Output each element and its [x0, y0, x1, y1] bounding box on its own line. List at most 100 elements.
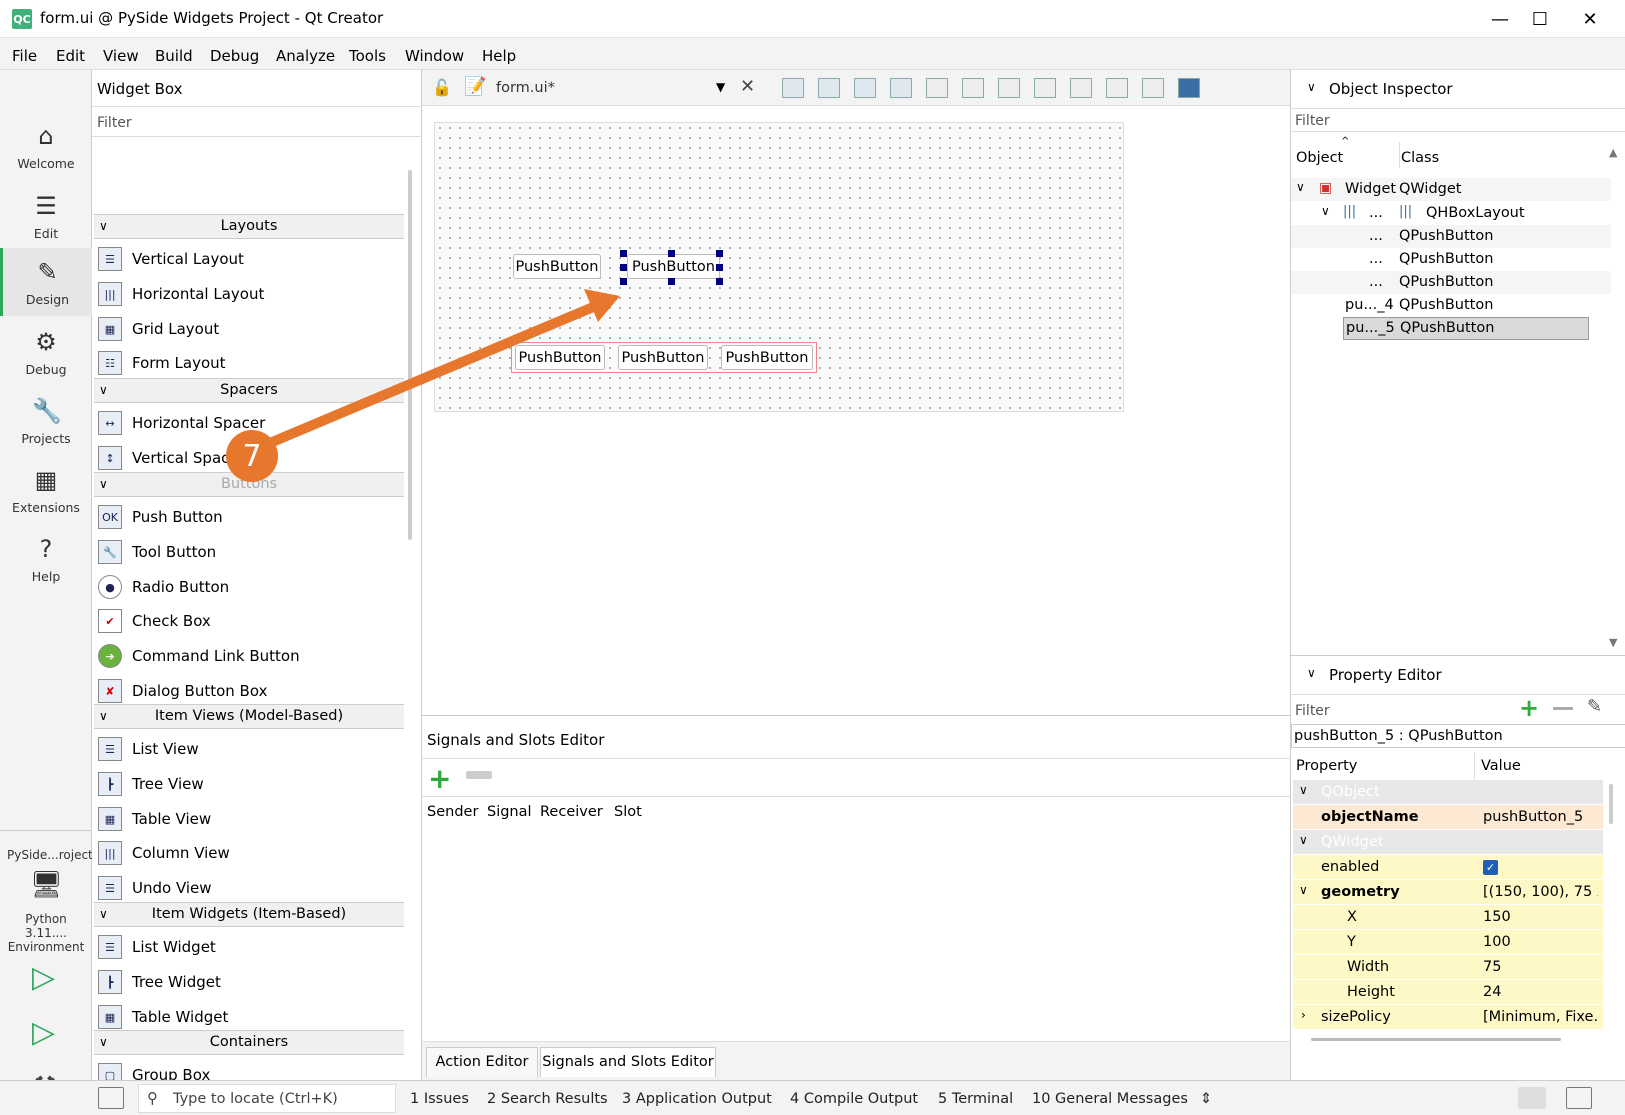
layout-grid-icon[interactable] — [1106, 78, 1128, 98]
tree-row-button[interactable]: ... QPushButton — [1291, 248, 1611, 271]
adjust-size-icon[interactable] — [1178, 78, 1200, 98]
selection-handle[interactable] — [620, 278, 627, 285]
column-signal[interactable]: Signal — [487, 804, 532, 820]
selection-handle[interactable] — [620, 250, 627, 257]
object-filter-input[interactable]: Filter — [1291, 108, 1625, 132]
widget-vertical-spacer[interactable]: ↕ Vertical Spacer — [98, 441, 245, 475]
tab-action-editor[interactable]: Action Editor — [426, 1047, 538, 1077]
form-canvas[interactable]: PushButton PushButton PushButton PushBut… — [434, 122, 1124, 412]
chevron-down-icon[interactable]: ∨ — [1307, 666, 1316, 680]
locator-input[interactable]: ⚲ Type to locate (Ctrl+K) — [138, 1084, 396, 1113]
menu-tools[interactable]: Tools — [349, 47, 386, 65]
property-sizepolicy[interactable]: › sizePolicy [Minimum, Fixe... — [1293, 1005, 1603, 1030]
pane-compile-output[interactable]: 4 Compile Output — [790, 1091, 918, 1107]
widget-check-box[interactable]: ✔ Check Box — [98, 604, 211, 638]
toggle-right-sidebar-icon[interactable] — [1566, 1087, 1592, 1109]
widget-grid-layout[interactable]: ▦ Grid Layout — [98, 312, 219, 346]
menu-view[interactable]: View — [103, 47, 139, 65]
kit-selector-icon[interactable]: 🖥 — [30, 870, 63, 900]
property-enabled[interactable]: enabled ✓ — [1293, 855, 1603, 880]
column-sender[interactable]: Sender — [427, 804, 478, 820]
edit-tab-order-icon[interactable] — [890, 78, 912, 98]
tree-row-button-selected[interactable]: pu..._5 QPushButton — [1343, 317, 1589, 340]
property-x[interactable]: X 150 — [1293, 905, 1603, 930]
column-class[interactable]: Class — [1401, 150, 1439, 166]
selection-handle[interactable] — [716, 250, 723, 257]
column-property[interactable]: Property — [1296, 758, 1357, 774]
mode-help[interactable]: ? Help — [0, 525, 92, 593]
selection-handle[interactable] — [716, 264, 723, 271]
widget-table-widget[interactable]: ▦ Table Widget — [98, 1000, 228, 1034]
file-dropdown-icon[interactable]: ▼ — [716, 80, 725, 94]
mode-welcome[interactable]: ⌂ Welcome — [0, 112, 92, 180]
more-panes-icon[interactable]: ⇕ — [1200, 1091, 1212, 1107]
mode-debug[interactable]: ⚙ Debug — [0, 318, 92, 386]
group-qwidget[interactable]: ∨ QWidget — [1293, 830, 1603, 855]
property-filter-input[interactable]: Filter — [1291, 694, 1625, 724]
mode-projects[interactable]: 🔧 Projects — [0, 387, 92, 455]
edit-buddies-icon[interactable] — [854, 78, 876, 98]
menu-window[interactable]: Window — [405, 47, 464, 65]
property-width[interactable]: Width 75 — [1293, 955, 1603, 980]
layout-form-icon[interactable] — [1070, 78, 1092, 98]
form-push-button[interactable]: PushButton — [513, 254, 601, 279]
tree-row-button[interactable]: ... QPushButton — [1291, 271, 1611, 294]
configure-icon[interactable]: ✎ — [1587, 696, 1602, 717]
category-item-widgets[interactable]: ∨ Item Widgets (Item-Based) — [94, 902, 404, 927]
widget-filter-input[interactable]: Filter — [92, 107, 422, 137]
menu-edit[interactable]: Edit — [56, 47, 85, 65]
pane-application-output[interactable]: 3 Application Output — [622, 1091, 772, 1107]
edit-widgets-icon[interactable] — [782, 78, 804, 98]
category-item-views[interactable]: ∨ Item Views (Model-Based) — [94, 704, 404, 729]
layout-vertical-icon[interactable] — [962, 78, 984, 98]
widget-radio-button[interactable]: ● Radio Button — [98, 570, 229, 604]
add-dynamic-property-icon[interactable]: + — [1519, 694, 1539, 722]
selection-handle[interactable] — [620, 264, 627, 271]
widget-push-button[interactable]: OK Push Button — [98, 500, 223, 534]
column-object[interactable]: Object — [1296, 150, 1343, 166]
widget-undo-view[interactable]: ☰ Undo View — [98, 871, 212, 905]
widget-tree-widget[interactable]: ┣ Tree Widget — [98, 965, 221, 999]
tree-row-widget[interactable]: ∨ ▣ Widget QWidget — [1291, 178, 1611, 201]
layout-vertical-splitter-icon[interactable] — [1034, 78, 1056, 98]
minimize-icon[interactable]: — — [1480, 6, 1520, 32]
form-push-button[interactable]: PushButton — [618, 345, 708, 370]
enabled-checkbox[interactable]: ✓ — [1483, 860, 1498, 875]
widget-table-view[interactable]: ▦ Table View — [98, 802, 211, 836]
column-slot[interactable]: Slot — [614, 804, 642, 820]
tree-row-button[interactable]: pu..._4 QPushButton — [1291, 294, 1611, 317]
open-file-name[interactable]: form.ui* — [496, 80, 555, 96]
pane-issues[interactable]: 1 Issues — [410, 1091, 469, 1107]
remove-connection-icon[interactable] — [466, 771, 492, 779]
break-layout-icon[interactable] — [1142, 78, 1164, 98]
scroll-up-icon[interactable]: ▲ — [1609, 146, 1617, 159]
menu-build[interactable]: Build — [155, 47, 193, 65]
category-layouts[interactable]: ∨ Layouts — [94, 214, 404, 239]
tab-signals-slots[interactable]: Signals and Slots Editor — [540, 1047, 716, 1077]
pane-search-results[interactable]: 2 Search Results — [487, 1091, 608, 1107]
widget-tree-view[interactable]: ┣ Tree View — [98, 767, 204, 801]
selection-handle[interactable] — [716, 278, 723, 285]
mode-extensions[interactable]: ▦ Extensions — [0, 456, 92, 524]
close-document-icon[interactable]: ✕ — [740, 76, 755, 97]
category-containers[interactable]: ∨ Containers — [94, 1030, 404, 1055]
column-receiver[interactable]: Receiver — [540, 804, 603, 820]
property-geometry[interactable]: ∨geometry[(150, 100), 75 x ... — [1293, 880, 1603, 905]
pane-terminal[interactable]: 5 Terminal — [938, 1091, 1013, 1107]
selection-handle[interactable] — [668, 250, 675, 257]
property-y[interactable]: Y 100 — [1293, 930, 1603, 955]
tree-row-layout[interactable]: ∨ ||| ... ||| QHBoxLayout — [1291, 202, 1611, 225]
selection-handle[interactable] — [668, 278, 675, 285]
property-hscrollbar[interactable] — [1311, 1038, 1561, 1041]
property-objectname[interactable]: objectName pushButton_5 — [1293, 805, 1603, 830]
widget-tool-button[interactable]: 🔧 Tool Button — [98, 535, 216, 569]
column-value[interactable]: Value — [1481, 758, 1521, 774]
mode-edit[interactable]: ☰ Edit — [0, 182, 92, 250]
menu-file[interactable]: File — [12, 47, 37, 65]
close-icon[interactable]: ✕ — [1570, 6, 1610, 32]
widget-vertical-layout[interactable]: ☰ Vertical Layout — [98, 242, 244, 276]
property-height[interactable]: Height 24 — [1293, 980, 1603, 1005]
widget-command-link-button[interactable]: ➔ Command Link Button — [98, 639, 300, 673]
mode-design[interactable]: ✎ Design — [0, 248, 92, 316]
widget-list-widget[interactable]: ☰ List Widget — [98, 930, 216, 964]
